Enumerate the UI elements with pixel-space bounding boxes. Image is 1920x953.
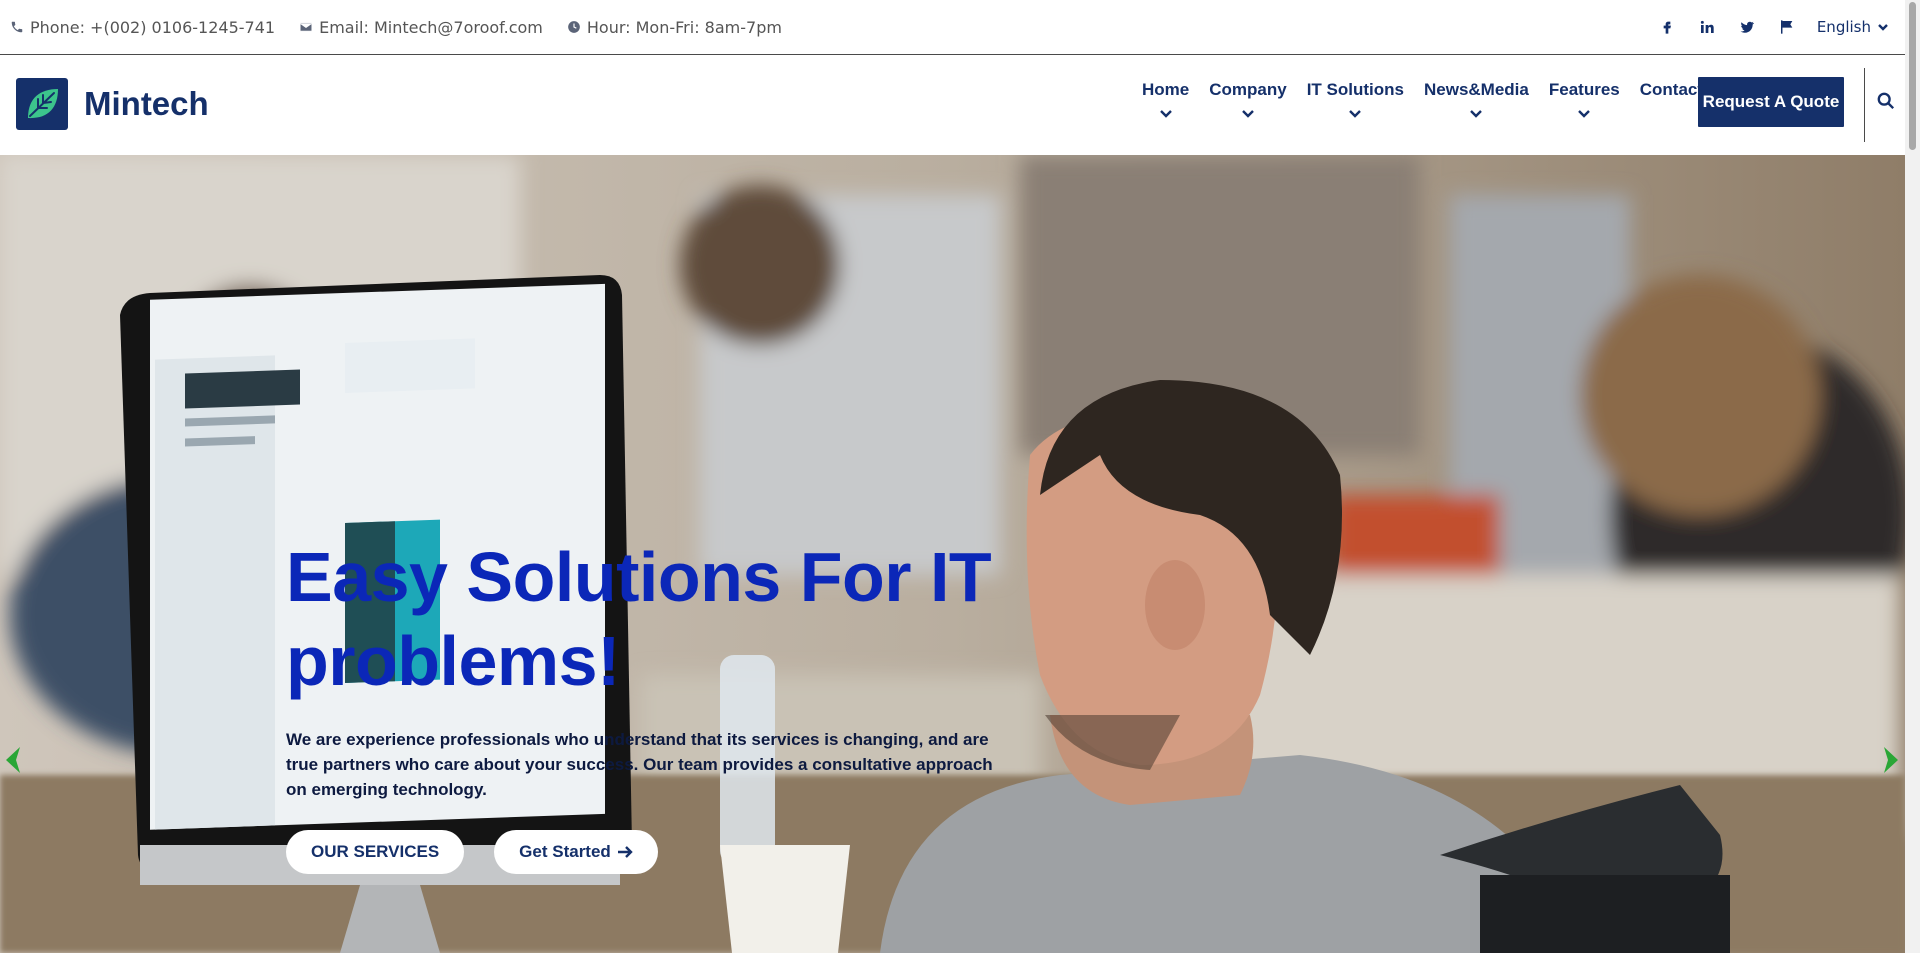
main-nav: Home Company IT Solutions News&Media Fea… [1142, 78, 1723, 118]
phone-text: Phone: +(002) 0106-1245-741 [30, 17, 276, 37]
search-button[interactable] [1877, 92, 1897, 112]
top-bar: Phone: +(002) 0106-1245-741 Email: Minte… [0, 0, 1905, 55]
hours-text: Hour: Mon-Fri: 8am-7pm [586, 17, 782, 37]
our-services-button[interactable]: OUR SERVICES [286, 830, 465, 874]
nav-label: IT Solutions [1306, 80, 1404, 99]
hero-title-line2: problems! [286, 622, 620, 700]
nav-item-features[interactable]: Features [1548, 78, 1620, 118]
chevron-down-icon [1241, 104, 1255, 118]
hero-text-line3: on emerging technology. [286, 780, 487, 799]
nav-label: News&Media [1423, 80, 1529, 99]
flag-icon [1780, 20, 1793, 34]
clock-icon [568, 21, 580, 33]
twitter-link[interactable] [1737, 17, 1757, 37]
chevron-left-icon [6, 747, 20, 773]
nav-item-news-media[interactable]: News&Media [1423, 78, 1529, 118]
nav-item-contact[interactable]: Contact [1640, 78, 1703, 102]
nav-item-home[interactable]: Home [1142, 78, 1190, 118]
envelope-icon [299, 22, 313, 32]
contact-info: Phone: +(002) 0106-1245-741 Email: Minte… [10, 18, 782, 37]
linkedin-link[interactable] [1697, 17, 1717, 37]
flag-link[interactable] [1777, 17, 1797, 37]
hero-buttons: OUR SERVICES Get Started [286, 830, 1026, 874]
language-label: English [1816, 18, 1871, 36]
search-icon [1877, 92, 1895, 110]
get-started-button[interactable]: Get Started [494, 830, 658, 874]
logo-text: Mintech [84, 85, 209, 122]
twitter-icon [1740, 21, 1754, 33]
leaf-logo-icon [16, 78, 68, 130]
chevron-down-icon [1469, 104, 1483, 118]
hero-title-line1: Easy Solutions For IT [286, 538, 992, 616]
nav-label: Company [1209, 80, 1287, 99]
nav-label: Home [1142, 80, 1190, 99]
chevron-down-icon [1577, 104, 1591, 118]
page-scrollbar[interactable] [1905, 0, 1920, 953]
hero-text-line2: true partners who care about your succes… [286, 755, 993, 774]
request-quote-button[interactable]: Request A Quote [1698, 77, 1844, 127]
scrollbar-thumb[interactable] [1909, 2, 1916, 150]
chevron-down-icon [1348, 104, 1362, 118]
linkedin-icon [1700, 20, 1714, 33]
chevron-down-icon [1878, 24, 1888, 31]
phone-icon [11, 21, 23, 33]
facebook-link[interactable] [1657, 17, 1677, 37]
nav-label: Contact [1639, 80, 1704, 99]
hours-info: Hour: Mon-Fri: 8am-7pm [567, 18, 782, 37]
arrow-right-icon [617, 846, 633, 858]
slider-next-button[interactable] [1880, 745, 1904, 777]
logo[interactable]: Mintech [16, 78, 209, 130]
hero-description: We are experience professionals who unde… [286, 727, 1006, 802]
header-divider [1864, 68, 1865, 142]
nav-item-it-solutions[interactable]: IT Solutions [1306, 78, 1404, 118]
topbar-right: English [1657, 17, 1895, 37]
slider-prev-button[interactable] [2, 745, 26, 777]
get-started-label: Get Started [519, 842, 611, 861]
nav-label: Features [1548, 80, 1620, 99]
hero-title: Easy Solutions For IT problems! [286, 535, 1026, 703]
chevron-right-icon [1884, 747, 1898, 773]
language-selector[interactable]: English [1817, 18, 1889, 36]
email-text: Email: Mintech@7oroof.com [319, 17, 543, 37]
phone-info[interactable]: Phone: +(002) 0106-1245-741 [10, 18, 275, 37]
nav-item-company[interactable]: Company [1209, 78, 1287, 118]
our-services-label: OUR SERVICES [311, 842, 440, 861]
hero-slider: Easy Solutions For IT problems! We are e… [0, 155, 1905, 953]
main-header: Mintech Home Company IT Solutions News&M… [0, 56, 1905, 155]
hero-content: Easy Solutions For IT problems! We are e… [286, 535, 1026, 874]
email-info[interactable]: Email: Mintech@7oroof.com [299, 18, 543, 37]
chevron-down-icon [1159, 104, 1173, 118]
hero-text-line1: We are experience professionals who unde… [286, 730, 989, 749]
facebook-icon [1663, 21, 1671, 34]
